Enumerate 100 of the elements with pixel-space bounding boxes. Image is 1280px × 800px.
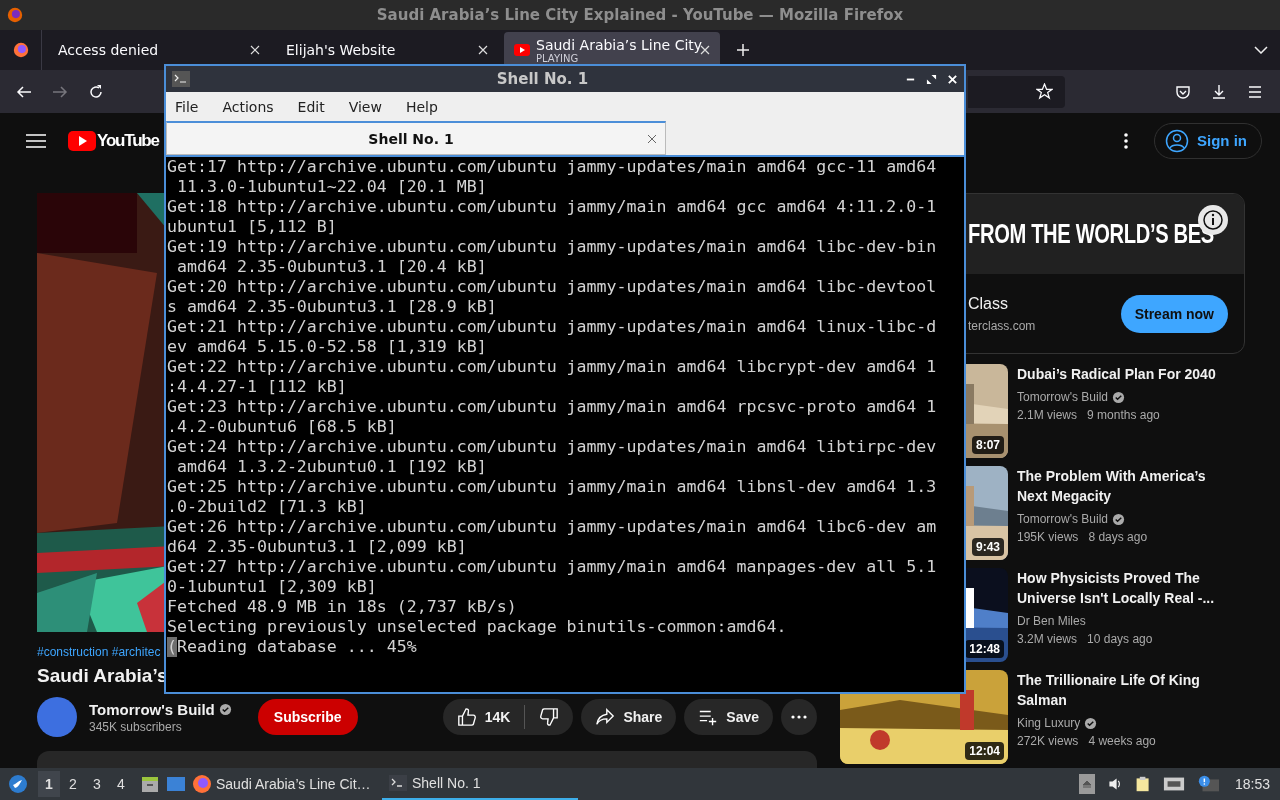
thumbs-down-icon xyxy=(539,707,560,727)
share-button[interactable]: Share xyxy=(581,699,677,735)
terminal-line: Fetched 48.9 MB in 18s (2,737 kB/s) xyxy=(167,597,518,617)
more-icon[interactable] xyxy=(1124,132,1128,149)
video-title[interactable]: The Problem With America’s Next Megacity xyxy=(1017,466,1232,506)
terminal-line: Get:20 http://archive.ubuntu.com/ubuntu jammy-updates/main amd64 libc-devtool xyxy=(167,277,938,297)
taskbar-button[interactable]: Shell No. 1 xyxy=(382,768,578,800)
view-count: 3.2M views xyxy=(1017,631,1078,648)
terminal-line: Get:17 http://archive.ubuntu.com/ubuntu jammy-updates/main amd64 gcc-11 amd64 xyxy=(167,157,938,177)
terminal-line: ev amd64 5.15.0-52.58 [1,319 kB] xyxy=(167,337,488,357)
channel-avatar[interactable] xyxy=(37,697,77,737)
terminal-line: amd64 1.3.2-2ubuntu0.1 [192 kB] xyxy=(176,457,488,477)
terminal-line: 0-1ubuntu1 [2,309 kB] xyxy=(167,577,378,597)
workspace-button[interactable]: 4 xyxy=(110,771,132,797)
back-icon[interactable] xyxy=(16,83,32,100)
tab-title: Elijah's Website xyxy=(286,42,397,58)
play-logo-icon xyxy=(514,44,530,56)
taskbar-button[interactable]: Saudi Arabia’s Line Cit… xyxy=(186,768,382,800)
chevron-down-icon[interactable] xyxy=(1254,46,1268,54)
notification-icon[interactable] xyxy=(1196,774,1219,794)
tab-title: Access denied xyxy=(58,42,160,58)
view-count: 272K views xyxy=(1017,733,1079,750)
hashtags[interactable]: #construction #architec xyxy=(37,645,161,659)
channel-name[interactable]: Tomorrow's Build xyxy=(1017,388,1108,406)
terminal-line: :4.4.27-1 [112 kB] xyxy=(167,377,348,397)
file-cabinet-icon[interactable] xyxy=(140,774,160,794)
stream-now-button[interactable]: Stream now xyxy=(1120,294,1228,333)
menu-icon[interactable] xyxy=(26,132,46,149)
upload-age: 8 days ago xyxy=(1088,529,1148,546)
play-logo-icon[interactable] xyxy=(68,130,96,151)
video-title[interactable]: The Trillionaire Life Of King Salman xyxy=(1017,670,1232,710)
channel-name[interactable]: King Luxury xyxy=(1017,714,1081,732)
download-icon[interactable] xyxy=(1211,83,1227,100)
browser-tab[interactable]: Access denied xyxy=(48,32,270,68)
browser-tab[interactable]: Elijah's Website xyxy=(276,32,498,68)
save-button[interactable]: Save xyxy=(684,699,773,735)
terminal-line: Get:24 http://archive.ubuntu.com/ubuntu jammy-updates/main amd64 libtirpc-dev xyxy=(167,437,938,457)
bird-logo-icon[interactable] xyxy=(8,774,28,794)
video-title[interactable]: Dubai’s Radical Plan For 2040 xyxy=(1017,364,1232,384)
view-count: 2.1M views xyxy=(1017,407,1078,424)
terminal-line: .4.2-0ubuntu6 [68.5 kB] xyxy=(167,417,398,437)
upload-age: 9 months ago xyxy=(1087,407,1160,424)
new-tab-icon[interactable] xyxy=(736,43,750,57)
firefox-icon xyxy=(6,6,24,24)
firefox-icon[interactable] xyxy=(11,41,30,59)
view-count: 195K views xyxy=(1017,529,1079,546)
duration-badge: 9:43 xyxy=(971,538,1004,556)
advertiser-domain: terclass.com xyxy=(968,318,1037,333)
video-title: Saudi Arabia’s xyxy=(37,665,168,687)
upload-age: 4 weeks ago xyxy=(1088,733,1156,750)
advertiser-name: Class xyxy=(968,294,1009,313)
workspace-button[interactable]: 3 xyxy=(86,771,108,797)
star-icon[interactable] xyxy=(1036,83,1053,100)
desktop-icon[interactable] xyxy=(166,774,186,794)
maximize-icon[interactable] xyxy=(926,73,937,85)
menu-item[interactable]: View xyxy=(348,98,382,115)
terminal-line: ubuntu1 [5,112 B] xyxy=(167,217,338,237)
tab-status: PLAYING xyxy=(536,52,580,64)
menu-item[interactable]: Edit xyxy=(297,98,325,115)
firefox-icon xyxy=(192,774,212,794)
terminal-line: Get:23 http://archive.ubuntu.com/ubuntu jammy/main amd64 rpcsvc-proto amd64 1 xyxy=(167,397,938,417)
user-icon xyxy=(1165,128,1189,153)
subscriber-count: 345K subscribers xyxy=(89,719,183,734)
logo-text[interactable]: YouTube xyxy=(97,130,159,151)
terminal-line: Get:22 http://archive.ubuntu.com/ubuntu jammy/main amd64 libcrypt-dev amd64 1 xyxy=(167,357,938,377)
reload-icon[interactable] xyxy=(88,83,104,100)
terminal-line: Get:26 http://archive.ubuntu.com/ubuntu jammy-updates/main amd64 libc6-dev am xyxy=(167,517,938,537)
duration-badge: 8:07 xyxy=(971,436,1004,454)
terminal-line: Selecting previously unselected package binutils-common:amd64. xyxy=(167,617,788,637)
terminal-line: amd64 2.35-0ubuntu3.1 [20.4 kB] xyxy=(176,257,488,277)
tab-title: Saudi Arabia’s Line City xyxy=(536,36,700,53)
window-title: Saudi Arabia’s Line City Explained - YouTube — Mozilla Firefox xyxy=(376,6,904,24)
clipboard-icon[interactable] xyxy=(1134,774,1151,794)
menu-item[interactable]: File xyxy=(175,98,199,115)
workspace-button[interactable]: 1 xyxy=(38,771,60,797)
subscribe-button[interactable]: Subscribe xyxy=(257,699,358,735)
menu-icon[interactable] xyxy=(1247,83,1263,100)
menu-item[interactable]: Help xyxy=(405,98,438,115)
channel-name[interactable]: Tomorrow's Build xyxy=(1017,510,1108,528)
channel-name[interactable]: Tomorrow's Build xyxy=(89,700,215,718)
pocket-icon[interactable] xyxy=(1175,83,1191,100)
channel-name[interactable]: Dr Ben Miles xyxy=(1017,612,1086,630)
like-button[interactable]: 14K xyxy=(442,699,525,735)
window-title: Shell No. 1 xyxy=(495,70,590,88)
menu-item[interactable]: Actions xyxy=(222,98,274,115)
more-icon xyxy=(791,715,807,719)
task-label: Shell No. 1 xyxy=(412,775,481,791)
terminal-icon xyxy=(172,71,190,87)
terminal-tab[interactable]: Shell No. 1 xyxy=(166,121,666,155)
address-field[interactable] xyxy=(968,75,1065,108)
terminal-icon xyxy=(388,773,408,793)
more-button[interactable] xyxy=(781,699,817,735)
video-title[interactable]: How Physicists Proved The Universe Isn't Locally Real -... xyxy=(1017,568,1232,608)
terminal-line: s amd64 2.35-0ubuntu3.1 [28.9 kB] xyxy=(167,297,498,317)
terminal-line: Get:25 http://archive.ubuntu.com/ubuntu jammy/main amd64 libnsl-dev amd64 1.3 xyxy=(167,477,938,497)
eject-icon[interactable] xyxy=(1078,774,1095,794)
workspace-button[interactable]: 2 xyxy=(62,771,84,797)
terminal-line: d64 2.35-0ubuntu3.1 [2,099 kB] xyxy=(167,537,468,557)
clock[interactable]: 18:53 xyxy=(1234,776,1270,792)
terminal-line: Get:19 http://archive.ubuntu.com/ubuntu jammy-updates/main amd64 libc-dev-bin xyxy=(167,237,938,257)
